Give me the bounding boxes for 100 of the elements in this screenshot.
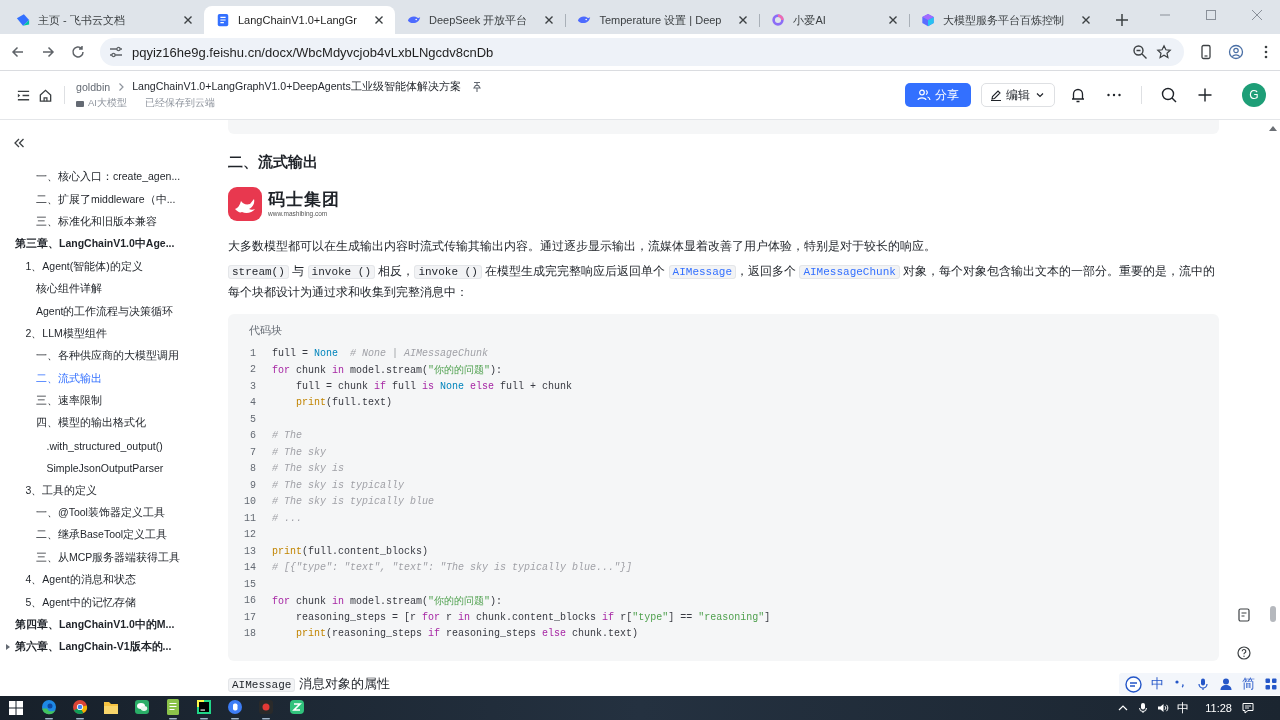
- pin-icon[interactable]: [470, 81, 483, 93]
- edit-button[interactable]: 编辑: [981, 83, 1055, 107]
- outline-item[interactable]: 核心组件详解: [36, 282, 102, 297]
- scrollbar-thumb[interactable]: [1270, 606, 1276, 622]
- browser-tab[interactable]: Temperature 设置 | Deep: [565, 6, 760, 34]
- clock[interactable]: 11:28: [1205, 702, 1232, 714]
- outline-item[interactable]: Agent的工作流程与决策循环: [36, 304, 174, 319]
- outline-item[interactable]: 2、LLM模型组件: [25, 326, 107, 341]
- ime-logo-icon[interactable]: [1125, 675, 1142, 693]
- line-number: 14: [243, 562, 256, 574]
- section-heading: 二、流式输出: [228, 153, 319, 172]
- tune-icon[interactable]: [108, 44, 124, 60]
- breadcrumb-link[interactable]: goldbin: [76, 81, 111, 93]
- star-icon[interactable]: [1156, 44, 1172, 60]
- outline-item[interactable]: 三、标准化和旧版本兼容: [36, 214, 157, 229]
- input-script[interactable]: 简: [1242, 675, 1255, 693]
- browser-tab[interactable]: 小爱AI: [759, 6, 910, 34]
- document-icon[interactable]: [1236, 608, 1251, 622]
- outline-item[interactable]: 三、从MCP服务器端获得工具: [36, 550, 181, 565]
- line-number: 18: [243, 628, 256, 640]
- forward-icon[interactable]: [40, 44, 56, 60]
- line-number: 13: [243, 545, 256, 557]
- outline-item[interactable]: 一、各种供应商的大模型调用: [36, 349, 179, 364]
- line-number: 6: [249, 430, 256, 442]
- code-line: print(full.content_blocks): [272, 545, 429, 557]
- code-line: for chunk in model.stream("你的的问题"):: [272, 363, 503, 377]
- plus-icon[interactable]: [1196, 86, 1214, 104]
- bell-icon[interactable]: [1069, 86, 1087, 104]
- microphone-icon[interactable]: [1137, 702, 1150, 714]
- reload-icon[interactable]: [70, 44, 86, 60]
- line-number: 10: [243, 496, 256, 508]
- grid-icon[interactable]: [1264, 677, 1278, 691]
- outline-item[interactable]: SimpleJsonOutputParser: [46, 462, 164, 475]
- input-mode[interactable]: 中: [1151, 675, 1164, 693]
- outline-item[interactable]: 一、核心入口：create_agen...: [36, 170, 181, 185]
- outline-item[interactable]: 第四章、LangChainV1.0中的M...: [15, 618, 175, 632]
- line-number: 2: [249, 364, 256, 376]
- logo-name: 码士集团: [268, 190, 340, 210]
- browser-tab[interactable]: DeepSeek 开放平台: [394, 6, 566, 34]
- outline-item[interactable]: 二、扩展了middleware（中...: [36, 192, 176, 207]
- code-line: print(reasoning_steps if reasoning_steps else chunk.text): [295, 628, 639, 640]
- line-number: 1: [249, 347, 256, 359]
- folder-icon: [76, 99, 84, 108]
- caret-icon[interactable]: [5, 644, 11, 651]
- line-number: 9: [249, 479, 256, 491]
- line-number: 17: [243, 611, 256, 623]
- cube-icon: [921, 13, 936, 27]
- phone-icon[interactable]: [1198, 44, 1214, 60]
- address-bar[interactable]: pqyiz16he9g.feishu.cn/docx/WbcMdyvcjob4vLxbLNgcdv8cnDb: [100, 38, 1184, 66]
- plus-icon[interactable]: [1114, 12, 1131, 28]
- line-number: 15: [243, 578, 256, 590]
- code-line: for chunk in model.stream("你的的问题"):: [272, 594, 503, 608]
- share-button[interactable]: 分享: [905, 83, 971, 107]
- paragraph: 大多数模型都可以在生成输出内容时流式传输其输出内容。通过逐步显示输出，流媒体显着改善了用户体验，特别是对于较长的响应。: [228, 238, 937, 255]
- line-number: 16: [243, 595, 256, 607]
- browser-tab[interactable]: LangChainV1.0+LangGr: [204, 6, 395, 34]
- person-icon[interactable]: [1219, 677, 1233, 691]
- document-title: LangChainV1.0+LangGraphV1.0+DeepAgents工业级智能体解决方案: [132, 80, 461, 94]
- home-icon[interactable]: [38, 87, 53, 103]
- scroll-up-icon[interactable]: [1269, 125, 1277, 131]
- line-number: 5: [249, 413, 256, 425]
- outline-item[interactable]: 三、速率限制: [36, 394, 102, 409]
- outline-item[interactable]: 四、模型的输出格式化: [36, 416, 146, 431]
- pencil-icon: [990, 89, 1002, 101]
- outline-item[interactable]: 3、工具的定义: [25, 483, 98, 498]
- outline-item[interactable]: 第六章、LangChain-V1版本的...: [15, 640, 172, 655]
- microphone-icon[interactable]: [1196, 677, 1210, 691]
- code-line: # [{"type": "text", "text": "The sky is typically blue..."}]: [272, 562, 633, 574]
- outline-item[interactable]: 二、继承BaseTool定义工具: [36, 528, 168, 543]
- profile-icon[interactable]: [1228, 44, 1244, 60]
- document-icon: [216, 13, 230, 27]
- line-number: 12: [243, 529, 256, 541]
- search-icon[interactable]: [1160, 86, 1178, 104]
- outline-item[interactable]: 第三章、LangChainV1.0中Age...: [15, 237, 175, 252]
- outline-item[interactable]: 二、流式输出: [36, 371, 102, 386]
- code-line: # ...: [272, 512, 302, 524]
- back-icon[interactable]: [10, 44, 26, 60]
- outline-item[interactable]: 1、Agent(智能体)的定义: [25, 259, 143, 274]
- code-line: # The: [272, 430, 302, 442]
- help-icon[interactable]: [1236, 646, 1251, 660]
- outline-item[interactable]: .with_structured_output(): [46, 439, 163, 452]
- notification-icon[interactable]: [1242, 702, 1254, 714]
- browser-tab[interactable]: 主页 - 飞书云文档: [4, 6, 204, 34]
- code-line: full = None # None | AIMessageChunk: [272, 347, 489, 359]
- code-line: # The sky is: [272, 463, 344, 475]
- input-language[interactable]: 中: [1177, 700, 1190, 716]
- outline-item[interactable]: 4、Agent的消息和状态: [25, 573, 136, 588]
- paragraph: stream() 与 invoke () 相反， invoke () 在模型生成完完整响应后返回单个 AIMessage ，返回多个 AIMessageChunk 对象，每个对象包含输出文本的一部分。重要的是，流中的每个块都设计为通过求和收集到完整消息中：: [228, 263, 1217, 301]
- line-number: 3: [249, 380, 256, 392]
- collapse-icon[interactable]: [12, 136, 26, 150]
- zoom-icon[interactable]: [1132, 44, 1148, 60]
- outline-item[interactable]: 5、Agent中的记忆存储: [25, 595, 136, 610]
- outline-item[interactable]: 一、@Tool装饰器定义工具: [36, 506, 165, 521]
- bird-logo-icon: [228, 187, 262, 221]
- ring-icon: [771, 13, 786, 27]
- code-line: full = chunk if full is None else full + chunk: [295, 380, 573, 392]
- code-line: reasoning_steps = [r for r in chunk.content_blocks if r["type"] == "reasoning"]: [295, 611, 771, 623]
- browser-tab[interactable]: 大模型服务平台百炼控制: [909, 6, 1103, 34]
- windows-start-icon[interactable]: [8, 700, 24, 716]
- speaker-icon[interactable]: [1157, 702, 1170, 714]
